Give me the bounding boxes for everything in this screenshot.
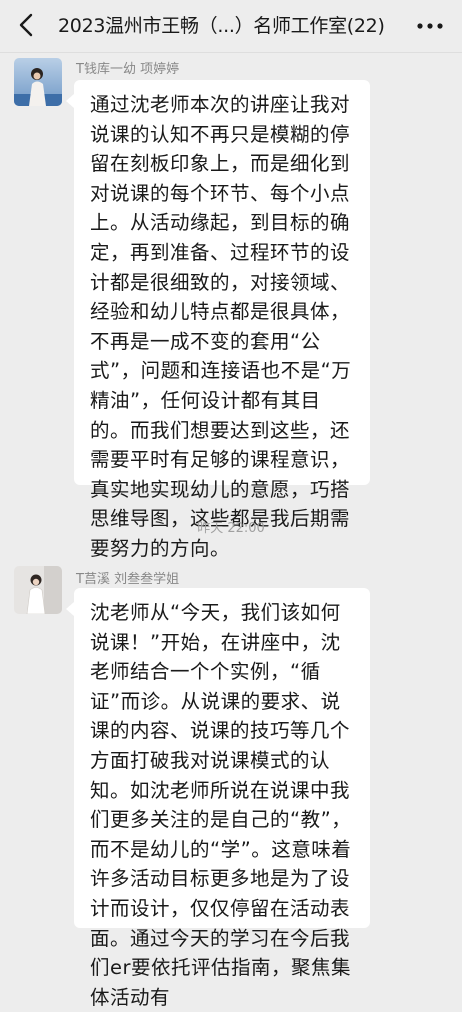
sender-name: T莒溪 刘叁叁学姐 [76, 572, 180, 587]
avatar[interactable] [14, 58, 62, 106]
avatar[interactable] [14, 566, 62, 614]
avatar-image [14, 58, 62, 106]
message-bubble[interactable]: 沈老师从“今天，我们该如何说课！”开始，在讲座中，沈老师结合一个个实例，“循证”… [66, 588, 370, 1009]
chevron-left-icon [19, 13, 33, 37]
back-button[interactable] [10, 8, 44, 42]
chat-title: 2023温州市王畅（...）名师工作室(22) [58, 15, 385, 37]
sender-name: T钱库一幼 项婷婷 [76, 62, 180, 77]
more-dots-icon [417, 23, 443, 29]
timestamp: 昨天 22:00 [197, 521, 265, 536]
message-bubble[interactable]: 通过沈老师本次的讲座让我对说课的认知不再只是模糊的停留在刻板印象上，而是细化到对… [66, 80, 370, 560]
avatar-image [14, 566, 62, 614]
chat-header: 2023温州市王畅（...）名师工作室(22) [0, 0, 462, 53]
more-button[interactable] [410, 10, 450, 42]
